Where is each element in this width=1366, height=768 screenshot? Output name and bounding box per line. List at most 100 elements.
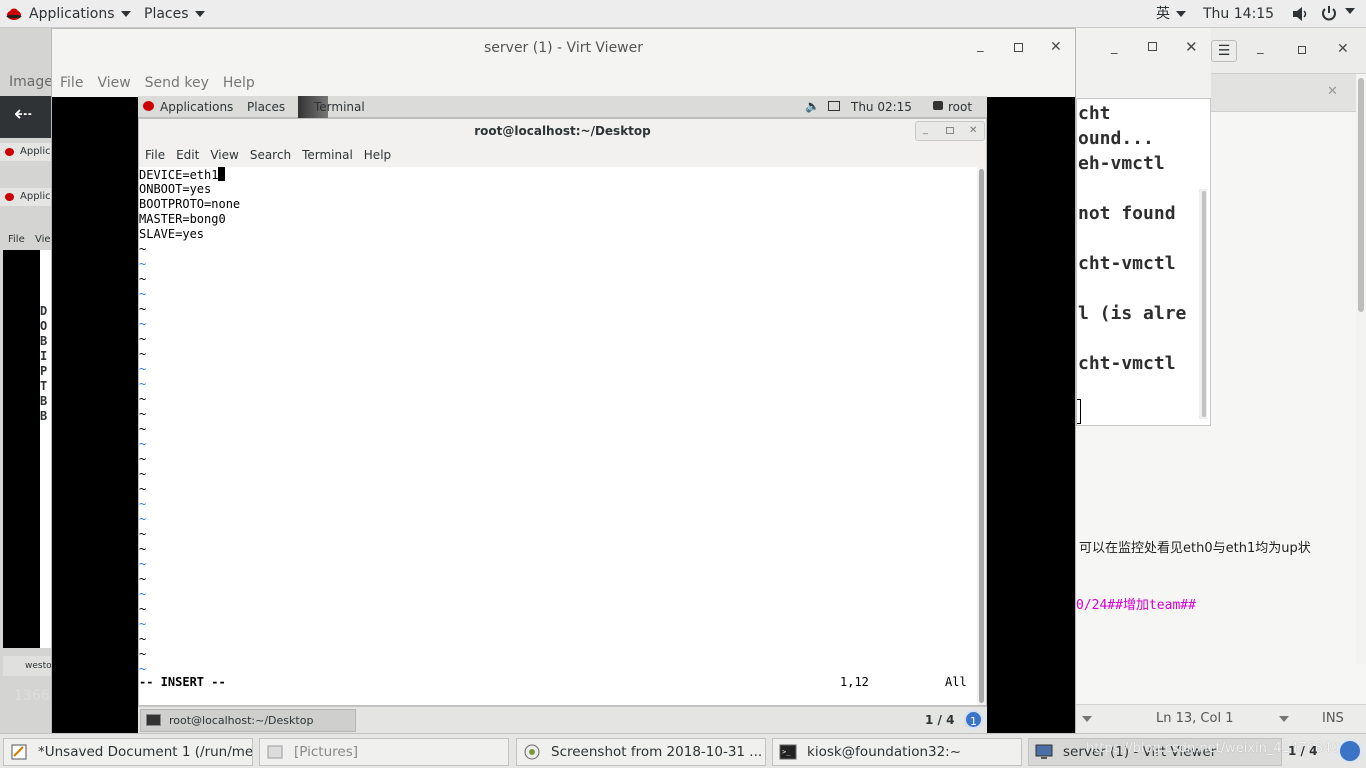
- guest-clock[interactable]: Thu 02:15: [851, 100, 912, 114]
- vim-tilde-line: ~: [139, 242, 147, 256]
- vim-scroll-position: All: [945, 675, 967, 689]
- menu-help[interactable]: Help: [223, 75, 255, 91]
- maximize-icon[interactable]: [946, 127, 954, 134]
- menu-help[interactable]: Help: [364, 148, 391, 162]
- vim-editor[interactable]: DEVICE=eth1 ONBOOT=yes BOOTPROTO=none MA…: [139, 167, 977, 705]
- guest-applications-menu[interactable]: Applications: [160, 100, 233, 114]
- editor-tab[interactable]: ✕: [1211, 74, 1356, 112]
- vim-tilde-line: ~: [139, 467, 147, 481]
- editor-statusbar: Ln 13, Col 1 INS: [1076, 704, 1366, 733]
- terminal-scrollbar[interactable]: [1199, 189, 1207, 419]
- vim-tilde-line: ~: [139, 632, 147, 646]
- vim-tilde-line: ~: [139, 497, 147, 511]
- maximize-icon[interactable]: [1298, 46, 1306, 54]
- close-icon[interactable]: ✕: [969, 125, 977, 136]
- mini-black-area: [3, 250, 40, 648]
- chevron-down-icon[interactable]: [1345, 8, 1355, 14]
- workspace-pager[interactable]: 1 / 4: [1288, 744, 1317, 758]
- minimize-icon[interactable]: _: [923, 124, 928, 135]
- user-icon: [933, 101, 943, 110]
- power-icon[interactable]: [1321, 5, 1337, 22]
- guest-places-menu[interactable]: Places: [247, 100, 285, 114]
- task-gedit[interactable]: *Unsaved Document 1 (/run/me...: [3, 738, 253, 766]
- volume-icon[interactable]: [1292, 6, 1310, 22]
- menu-terminal[interactable]: Terminal: [302, 148, 353, 162]
- chevron-down-icon[interactable]: [1082, 716, 1092, 722]
- insert-mode: INS: [1322, 711, 1344, 726]
- close-icon[interactable]: ✕: [1050, 39, 1062, 55]
- guest-terminal-task[interactable]: Terminal: [314, 100, 365, 114]
- mini-file-menu: File: [8, 234, 25, 245]
- vim-tilde-line: ~: [139, 437, 147, 451]
- places-label: Places: [144, 6, 189, 22]
- viewer-title: server (1) - Virt Viewer: [484, 40, 643, 56]
- editor-command: 0/24##增加team##: [1076, 598, 1196, 613]
- vim-line: MASTER=bong0: [139, 212, 226, 226]
- vim-tilde-line: ~: [139, 257, 147, 271]
- task-label: [Pictures]: [294, 744, 358, 760]
- back-toolbar: ⇠: [0, 96, 51, 138]
- task-label: kiosk@foundation32:~: [807, 744, 962, 760]
- chevron-down-icon[interactable]: [1279, 716, 1289, 722]
- task-pictures[interactable]: [Pictures]: [259, 738, 509, 766]
- guest-user-menu[interactable]: root: [948, 100, 972, 114]
- maximize-icon[interactable]: [1014, 43, 1023, 52]
- vim-tilde-line: ~: [139, 392, 147, 406]
- notification-badge[interactable]: 1: [964, 710, 983, 729]
- menu-send-key[interactable]: Send key: [145, 75, 209, 91]
- network-icon[interactable]: [828, 101, 840, 111]
- menu-view[interactable]: View: [97, 75, 130, 91]
- terminal-scrollbar[interactable]: [977, 167, 986, 705]
- menu-search[interactable]: Search: [250, 148, 291, 162]
- file-manager-icon: [267, 745, 283, 759]
- svg-text:>_: >_: [782, 748, 791, 756]
- minimize-icon[interactable]: _: [1257, 40, 1264, 55]
- vim-tilde-line: ~: [139, 512, 147, 526]
- guest-workspace-pager[interactable]: 1 / 4: [925, 713, 954, 727]
- vim-mode: -- INSERT --: [139, 675, 226, 689]
- close-icon[interactable]: ✕: [1185, 38, 1198, 56]
- clock[interactable]: Thu 14:15: [1203, 0, 1274, 28]
- editor-scrollbar[interactable]: [1356, 74, 1366, 664]
- guest-task-terminal[interactable]: root@localhost:~/Desktop: [140, 709, 356, 732]
- vim-tilde-line: ~: [139, 647, 147, 661]
- task-terminal[interactable]: >_ kiosk@foundation32:~: [772, 738, 1022, 766]
- notification-icon[interactable]: [1338, 739, 1362, 763]
- menu-view[interactable]: View: [210, 148, 238, 162]
- back-arrow-icon[interactable]: ⇠: [14, 104, 32, 126]
- input-method-menu[interactable]: 英: [1156, 0, 1186, 28]
- hamburger-menu-icon[interactable]: ☰: [1211, 40, 1237, 62]
- text-cursor: [218, 167, 226, 181]
- text-editor-icon: [11, 744, 27, 760]
- menu-file[interactable]: File: [60, 75, 83, 91]
- vim-line: SLAVE=yes: [139, 227, 205, 241]
- vim-line: DEVICE=eth1: [139, 167, 977, 182]
- monitor-icon: [1035, 744, 1053, 759]
- cursor-position[interactable]: Ln 13, Col 1: [1156, 711, 1233, 726]
- mini-vim: DOBIPTBB: [40, 250, 51, 648]
- background-window-left[interactable]: Image ⇠ Applic Applic File Vie DOBIPTBB …: [0, 28, 53, 733]
- guest-desktop[interactable]: Applications Places Terminal 🔈 Thu 02:15…: [138, 96, 987, 733]
- guest-terminal-window[interactable]: root@localhost:~/Desktop _ ✕ File Edit V…: [138, 118, 987, 706]
- minimize-icon[interactable]: _: [977, 38, 984, 53]
- minimize-icon[interactable]: _: [1111, 40, 1118, 55]
- vim-tilde-line: ~: [139, 542, 147, 556]
- close-icon[interactable]: ✕: [1337, 41, 1349, 57]
- mini-view-menu: Vie: [35, 234, 51, 245]
- menu-edit[interactable]: Edit: [176, 148, 199, 162]
- applications-menu[interactable]: Applications: [29, 0, 131, 28]
- chevron-down-icon: [194, 11, 205, 17]
- vim-tilde-line: ~: [139, 377, 147, 391]
- vim-tilde-line: ~: [139, 287, 147, 301]
- task-screenshot[interactable]: Screenshot from 2018-10-31 ...: [516, 738, 766, 766]
- places-menu[interactable]: Places: [144, 0, 205, 28]
- viewer-menubar: File View Send key Help: [52, 69, 1075, 97]
- terminal-window-controls: _ ✕: [915, 121, 985, 141]
- volume-icon[interactable]: 🔈: [805, 99, 820, 113]
- chevron-down-icon: [120, 11, 131, 17]
- menu-file[interactable]: File: [145, 148, 165, 162]
- vim-tilde-line: ~: [139, 407, 147, 421]
- close-tab-icon[interactable]: ✕: [1327, 84, 1338, 99]
- maximize-icon[interactable]: [1148, 42, 1157, 51]
- vim-line: ONBOOT=yes: [139, 182, 212, 196]
